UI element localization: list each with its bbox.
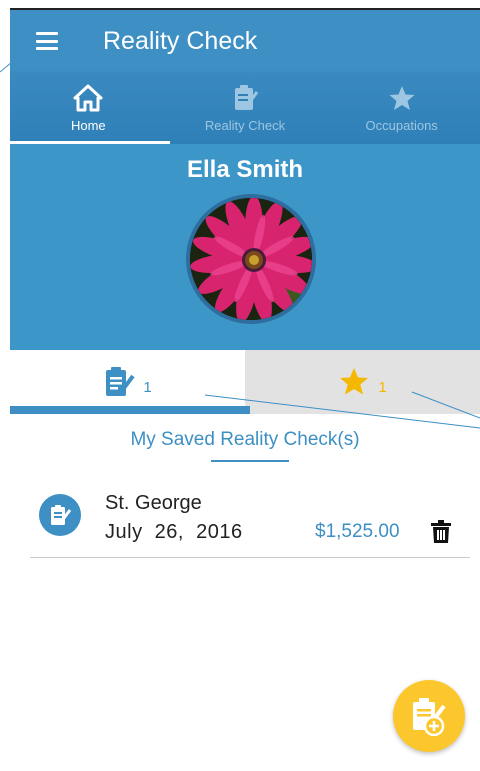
app-title: Reality Check (103, 26, 258, 55)
checklist-icon (51, 505, 72, 525)
occupation-count: 1 (378, 378, 387, 396)
star-icon (340, 368, 369, 395)
tab-bar: Home Reality Check Occupations (10, 72, 480, 144)
saved-reality-checks-tab[interactable]: 1 (10, 350, 245, 414)
saved-tabs: 1 1 (10, 350, 480, 414)
item-date: July 26, 2016 (105, 521, 243, 543)
home-icon (73, 84, 103, 112)
reality-check-count: 1 (143, 378, 152, 396)
profile-name: Ella Smith (186, 156, 304, 183)
checklist-icon (106, 367, 135, 396)
hamburger-menu-icon[interactable] (36, 32, 58, 50)
star-icon (389, 86, 415, 110)
item-amount: $1,525.00 (315, 521, 400, 542)
add-reality-check-icon (413, 698, 446, 736)
tab-home-label: Home (70, 118, 106, 133)
profile-header: Ella Smith (10, 144, 480, 350)
tab-occupations-label: Occupations (365, 118, 438, 133)
item-name: St. George (105, 492, 202, 514)
saved-tab-indicator (10, 406, 250, 414)
add-reality-check-button[interactable] (393, 680, 465, 752)
section-title: My Saved Reality Check(s) (130, 429, 360, 450)
section-divider (211, 460, 289, 462)
trash-icon[interactable] (430, 520, 452, 544)
tab-occupations[interactable]: Occupations (323, 72, 480, 144)
flower-photo (190, 198, 312, 320)
checklist-icon (235, 85, 259, 110)
list-item[interactable]: St. George July 26, 2016 $1,525.00 (30, 488, 470, 558)
frame-top (0, 0, 480, 8)
saved-occupations-tab[interactable]: 1 (245, 350, 480, 414)
tab-reality-check-label: Reality Check (204, 118, 286, 133)
frame-left (0, 8, 10, 771)
item-checklist-icon (39, 494, 81, 536)
tab-home[interactable]: Home (10, 72, 167, 144)
app-bar: Reality Check (10, 10, 480, 72)
avatar[interactable] (186, 194, 316, 324)
tab-reality-check[interactable]: Reality Check (167, 72, 324, 144)
app-screen: Reality Check Home Reality Check Occupat… (10, 8, 480, 771)
